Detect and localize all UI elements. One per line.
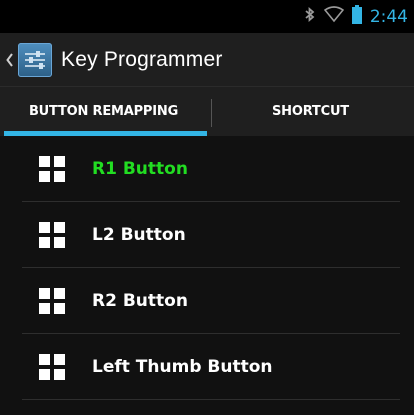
list-item-label: R2 Button <box>92 291 188 311</box>
tab-label: SHORTCUT <box>272 104 349 119</box>
battery-icon <box>351 4 362 29</box>
grid-icon <box>39 288 65 314</box>
status-time: 2:44 <box>369 6 408 27</box>
status-icons: 2:44 <box>304 0 408 33</box>
grid-icon <box>39 222 65 248</box>
button-list: R1 Button L2 Button R2 Button Left Thumb… <box>0 136 414 400</box>
tab-divider <box>211 99 212 127</box>
list-item-l2-button[interactable]: L2 Button <box>0 202 414 268</box>
chevron-left-icon <box>6 52 13 67</box>
wifi-icon <box>323 5 344 28</box>
status-bar: 2:44 <box>0 0 414 33</box>
list-item-r2-button[interactable]: R2 Button <box>0 268 414 334</box>
grid-icon <box>39 156 65 182</box>
tab-bar: BUTTON REMAPPING SHORTCUT <box>0 86 414 136</box>
app-sliders-icon[interactable] <box>18 42 52 77</box>
tab-shortcut[interactable]: SHORTCUT <box>207 87 414 136</box>
list-item-r1-button[interactable]: R1 Button <box>0 136 414 202</box>
tab-button-remapping[interactable]: BUTTON REMAPPING <box>0 87 207 136</box>
screen: 2:44 Key Programmer BUTTON REMAPPING SHO… <box>0 0 414 415</box>
list-item-label: R1 Button <box>92 159 188 179</box>
action-bar: Key Programmer <box>0 33 414 86</box>
list-item-label: L2 Button <box>92 225 186 245</box>
grid-icon <box>39 354 65 380</box>
tab-label: BUTTON REMAPPING <box>28 104 179 119</box>
bluetooth-icon <box>304 6 316 28</box>
list-item-label: Left Thumb Button <box>92 357 273 377</box>
list-item-left-thumb-button[interactable]: Left Thumb Button <box>0 334 414 400</box>
app-title: Key Programmer <box>61 47 223 71</box>
up-navigation[interactable] <box>2 33 14 86</box>
